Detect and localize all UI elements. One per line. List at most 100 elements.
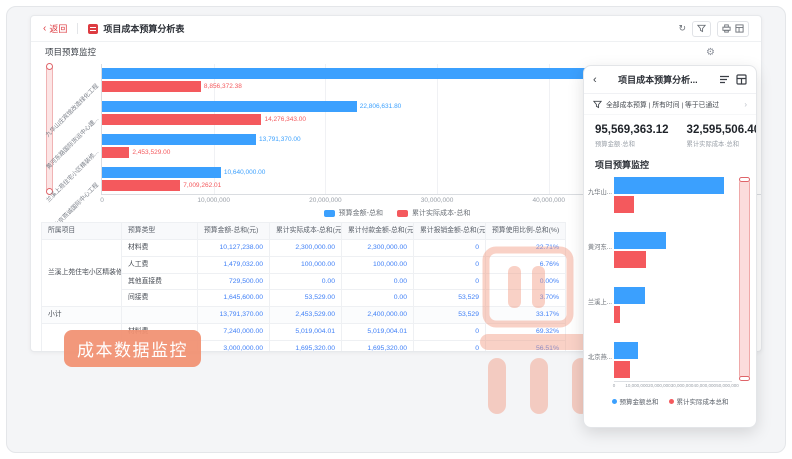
x-tick-label: 10,000,000 xyxy=(197,197,230,204)
value-cell: 0.00 xyxy=(342,290,414,307)
x-tick-label: 30,000,000 xyxy=(671,383,694,388)
bar-value-label: 22,806,631.80 xyxy=(360,101,402,112)
table-header-cell: 累计付款金额-总和(元) xyxy=(342,223,414,240)
panel-bar-actual[interactable] xyxy=(614,251,646,268)
panel-bar-budget[interactable] xyxy=(614,287,645,304)
panel-bar-budget[interactable] xyxy=(614,342,638,359)
legend-label: 预算金额总和 xyxy=(620,396,659,406)
panel-chart: 九华山... 黄河东... 兰溪上... 北京燕... 0 10,000,000 xyxy=(584,176,756,414)
table-row: 兰溪上苑住宅小区精装修第... 材料费 10,127,238.00 2,300,… xyxy=(42,239,566,256)
value-cell: 729,500.00 xyxy=(198,273,270,290)
bar-actual[interactable]: 2,453,529.00 xyxy=(102,147,129,158)
refresh-icon[interactable]: ↻ xyxy=(678,24,686,33)
value-cell: 1,645,600.00 xyxy=(198,290,270,307)
panel-bar-budget[interactable] xyxy=(614,177,724,194)
panel-header: ‹ 项目成本预算分析... xyxy=(584,66,756,94)
table-header-cell: 预算金额-总和(元) xyxy=(198,223,270,240)
table-header-cell: 预算类型 xyxy=(122,223,198,240)
funnel-icon xyxy=(593,100,602,109)
report-icon xyxy=(88,24,98,34)
page-title: 项目成本预算分析表 xyxy=(103,22,184,35)
bar-value-label: 7,009,262.01 xyxy=(183,180,221,191)
bar-value-label: 2,453,529.00 xyxy=(132,147,170,158)
bar-actual[interactable]: 7,009,262.01 xyxy=(102,180,180,191)
bar-value-label: 8,856,372.38 xyxy=(204,81,242,92)
bar-budget[interactable]: 13,791,370.00 xyxy=(102,134,256,145)
metric-label: 累计实际成本·总和 xyxy=(687,139,757,148)
tools-button-group[interactable] xyxy=(717,21,749,37)
panel-legend: 预算金额总和 累计实际成本总和 xyxy=(584,396,756,406)
filter-button[interactable] xyxy=(692,21,711,37)
panel-bar-actual[interactable] xyxy=(614,306,620,323)
panel-bar-budget[interactable] xyxy=(614,232,666,249)
slider-handle-top[interactable] xyxy=(739,177,750,182)
value-cell: 0 xyxy=(414,324,486,341)
value-cell: 1,695,320.00 xyxy=(342,340,414,352)
bar-budget[interactable]: 10,640,000.00 xyxy=(102,167,221,178)
panel-plot-area: 0 10,000,000 20,000,000 30,000,000 40,00… xyxy=(614,176,732,382)
panel-filter-bar[interactable]: 全部成本预算 | 所有时间 | 等于已通过 › xyxy=(584,94,756,115)
bar-budget[interactable]: 48,331,361.32 xyxy=(102,68,642,79)
slider-handle-bottom[interactable] xyxy=(739,376,750,381)
back-button[interactable]: ‹ 返回 xyxy=(43,22,67,35)
category-label: 九华山庄宾馆改造绿化工程 xyxy=(43,81,100,138)
gear-icon[interactable]: ⚙ xyxy=(706,47,715,58)
ratio-cell: 56.51% xyxy=(486,340,566,352)
panel-back-icon[interactable]: ‹ xyxy=(593,74,597,86)
bar-group xyxy=(614,232,732,270)
value-cell: 0.00 xyxy=(270,273,342,290)
legend-item-budget[interactable]: 预算金额-总和 xyxy=(324,208,383,218)
panel-bar-actual[interactable] xyxy=(614,361,630,378)
panel-bar-actual[interactable] xyxy=(614,196,634,213)
bar-value-label: 14,276,343.00 xyxy=(264,114,306,125)
x-tick-label: 0 xyxy=(613,383,616,388)
value-cell: 0.00 xyxy=(342,273,414,290)
export-icon xyxy=(735,24,744,33)
value-cell: 5,019,004.01 xyxy=(270,324,342,341)
metric-actual-total: 32,595,506.40 累计实际成本·总和 xyxy=(687,124,757,148)
project-name-cell: 兰溪上苑住宅小区精装修第... xyxy=(42,239,122,306)
panel-metrics: 95,569,363.12 预算金额·总和 32,595,506.40 累计实际… xyxy=(584,115,756,152)
table-icon[interactable] xyxy=(736,74,747,85)
x-tick-label: 40,000,000 xyxy=(532,197,565,204)
bar-budget[interactable]: 22,806,631.80 xyxy=(102,101,357,112)
panel-title: 项目成本预算分析... xyxy=(602,73,714,86)
value-cell: 53,529.00 xyxy=(270,290,342,307)
value-cell: 2,300,000.00 xyxy=(270,239,342,256)
legend-label: 累计实际成本-总和 xyxy=(412,208,470,218)
detail-panel: ‹ 项目成本预算分析... 全部成本预算 | 所有时间 | 等于已通过 › 95… xyxy=(583,65,757,428)
value-cell: 1,479,032.00 xyxy=(198,256,270,273)
bar-actual[interactable]: 8,856,372.38 xyxy=(102,81,201,92)
bar-actual[interactable]: 14,276,343.00 xyxy=(102,114,261,125)
legend-swatch-red xyxy=(397,210,408,217)
bar-group xyxy=(614,287,732,325)
toolbar: ‹ 返回 项目成本预算分析表 ↻ xyxy=(31,16,761,42)
value-cell: 100,000.00 xyxy=(342,256,414,273)
metric-label: 预算金额·总和 xyxy=(595,139,669,148)
x-tick-label: 10,000,000 xyxy=(625,383,648,388)
list-icon[interactable] xyxy=(719,74,730,85)
printer-icon xyxy=(722,24,731,33)
chevron-right-icon: › xyxy=(744,100,747,109)
panel-datazoom-slider[interactable] xyxy=(739,178,750,380)
x-tick-label: 0 xyxy=(100,197,104,204)
ratio-cell: 69.32% xyxy=(486,324,566,341)
legend-item-actual[interactable]: 累计实际成本-总和 xyxy=(397,208,470,218)
metric-budget-total: 95,569,363.12 预算金额·总和 xyxy=(595,124,669,148)
subtotal-row: 小计 13,791,370.00 2,453,529.00 2,400,000.… xyxy=(42,307,566,324)
legend-item-actual[interactable]: 累计实际成本总和 xyxy=(669,396,729,406)
bar-group xyxy=(614,177,732,215)
value-cell: 0 xyxy=(414,340,486,352)
panel-section-title: 项目预算监控 xyxy=(584,152,756,173)
budget-type-cell: 人工费 xyxy=(122,256,198,273)
panel-category-label: 北京燕... xyxy=(586,352,612,361)
x-tick-label: 50,000,000 xyxy=(716,383,739,388)
value-cell: 0 xyxy=(414,256,486,273)
back-chevron-icon: ‹ xyxy=(43,24,46,34)
legend-item-budget[interactable]: 预算金额总和 xyxy=(612,396,659,406)
value-cell: 2,300,000.00 xyxy=(342,239,414,256)
panel-category-label: 兰溪上... xyxy=(586,297,612,306)
value-cell: 5,019,004.01 xyxy=(342,324,414,341)
table-header-cell: 累计实际成本-总和(元) xyxy=(270,223,342,240)
bar-value-label: 13,791,370.00 xyxy=(259,134,301,145)
